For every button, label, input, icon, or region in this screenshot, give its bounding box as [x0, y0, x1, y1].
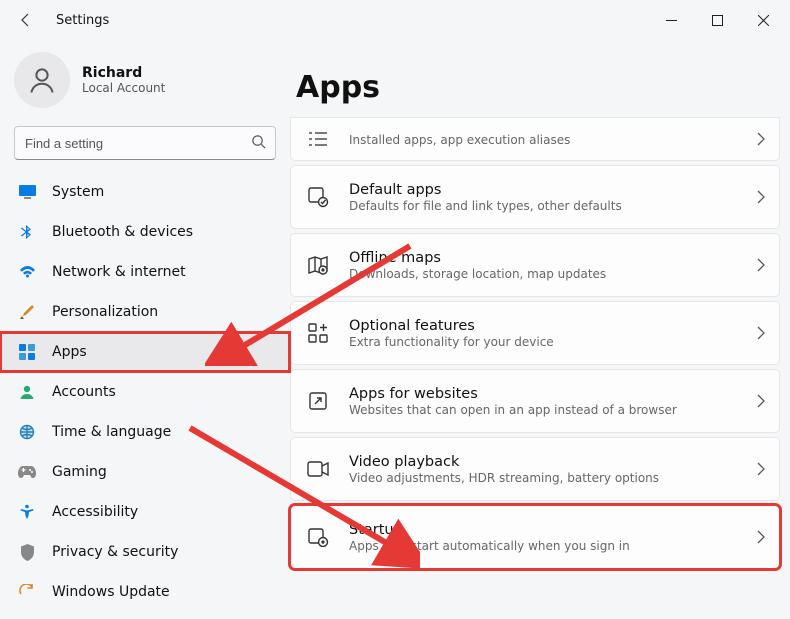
card-subtitle: Video adjustments, HDR streaming, batter… [349, 471, 659, 485]
card-title: Default apps [349, 182, 622, 198]
card-subtitle: Websites that can open in an app instead… [349, 403, 677, 417]
search-icon [251, 134, 266, 149]
shield-icon [18, 543, 36, 561]
avatar [14, 52, 70, 108]
card-video-playback[interactable]: Video playbackVideo adjustments, HDR str… [290, 437, 780, 501]
globe-icon [18, 423, 36, 441]
sidebar-item-label: Privacy & security [52, 544, 178, 560]
card-subtitle: Defaults for file and link types, other … [349, 199, 622, 213]
sidebar-item-label: Gaming [52, 464, 107, 480]
sidebar-item-windows-update[interactable]: Windows Update [0, 572, 290, 612]
maximize-icon [712, 15, 723, 26]
sidebar-item-label: Network & internet [52, 264, 186, 280]
card-offline-maps[interactable]: Offline mapsDownloads, storage location,… [290, 233, 780, 297]
person-icon [27, 65, 57, 95]
page-heading: Apps [296, 70, 780, 105]
default-apps-icon [305, 184, 331, 210]
map-icon [305, 252, 331, 278]
search-input[interactable] [14, 126, 276, 160]
bluetooth-icon [18, 223, 36, 241]
chevron-right-icon [757, 326, 765, 340]
chevron-right-icon [757, 190, 765, 204]
titlebar: Settings [0, 0, 790, 40]
card-startup[interactable]: StartupApps that start automatically whe… [290, 505, 780, 569]
video-icon [305, 456, 331, 482]
sidebar: Richard Local Account System Bluetooth &… [0, 40, 290, 619]
sidebar-item-accessibility[interactable]: Accessibility [0, 492, 290, 532]
back-button[interactable] [14, 8, 38, 32]
card-title: Video playback [349, 454, 659, 470]
window-title: Settings [56, 13, 109, 28]
sidebar-item-label: Time & language [52, 424, 171, 440]
sidebar-item-system[interactable]: System [0, 172, 290, 212]
sidebar-item-bluetooth[interactable]: Bluetooth & devices [0, 212, 290, 252]
brush-icon [18, 303, 36, 321]
account-icon [18, 383, 36, 401]
plus-grid-icon [305, 320, 331, 346]
card-title: Offline maps [349, 250, 606, 266]
chevron-right-icon [757, 132, 765, 146]
apps-icon [18, 343, 36, 361]
sidebar-item-network[interactable]: Network & internet [0, 252, 290, 292]
open-in-app-icon [305, 388, 331, 414]
startup-icon [305, 524, 331, 550]
nav: System Bluetooth & devices Network & int… [0, 172, 290, 612]
sidebar-item-label: Apps [52, 344, 87, 360]
card-title: Startup [349, 522, 630, 538]
card-installed-apps[interactable]: Installed apps, app execution aliases [290, 117, 780, 161]
sidebar-item-label: Personalization [52, 304, 158, 320]
wifi-icon [18, 263, 36, 281]
card-title: Optional features [349, 318, 554, 334]
chevron-right-icon [757, 530, 765, 544]
profile-account-type: Local Account [82, 81, 165, 95]
sidebar-item-privacy-security[interactable]: Privacy & security [0, 532, 290, 572]
close-button[interactable] [740, 0, 786, 40]
list-icon [305, 126, 331, 152]
update-icon [18, 583, 36, 601]
card-subtitle: Downloads, storage location, map updates [349, 267, 606, 281]
sidebar-item-accounts[interactable]: Accounts [0, 372, 290, 412]
main-content: Apps Installed apps, app execution alias… [290, 40, 790, 619]
sidebar-item-gaming[interactable]: Gaming [0, 452, 290, 492]
sidebar-item-apps[interactable]: Apps [0, 332, 290, 372]
chevron-right-icon [757, 394, 765, 408]
profile-block[interactable]: Richard Local Account [0, 48, 290, 126]
display-icon [18, 183, 36, 201]
chevron-right-icon [757, 462, 765, 476]
sidebar-item-label: Bluetooth & devices [52, 224, 193, 240]
card-apps-for-websites[interactable]: Apps for websitesWebsites that can open … [290, 369, 780, 433]
sidebar-item-label: System [52, 184, 104, 200]
window-controls [648, 0, 786, 40]
gamepad-icon [18, 463, 36, 481]
card-optional-features[interactable]: Optional featuresExtra functionality for… [290, 301, 780, 365]
minimize-button[interactable] [648, 0, 694, 40]
sidebar-item-label: Accounts [52, 384, 116, 400]
card-default-apps[interactable]: Default appsDefaults for file and link t… [290, 165, 780, 229]
close-icon [758, 15, 769, 26]
accessibility-icon [18, 503, 36, 521]
card-subtitle: Installed apps, app execution aliases [349, 133, 570, 147]
sidebar-item-label: Windows Update [52, 584, 170, 600]
maximize-button[interactable] [694, 0, 740, 40]
sidebar-item-personalization[interactable]: Personalization [0, 292, 290, 332]
search-container [14, 126, 276, 160]
card-title: Apps for websites [349, 386, 677, 402]
settings-card-list: Installed apps, app execution aliases De… [290, 117, 780, 569]
chevron-right-icon [757, 258, 765, 272]
profile-name: Richard [82, 65, 165, 81]
sidebar-item-time-language[interactable]: Time & language [0, 412, 290, 452]
sidebar-item-label: Accessibility [52, 504, 138, 520]
card-subtitle: Apps that start automatically when you s… [349, 539, 630, 553]
arrow-left-icon [18, 12, 34, 28]
minimize-icon [666, 15, 677, 26]
card-subtitle: Extra functionality for your device [349, 335, 554, 349]
